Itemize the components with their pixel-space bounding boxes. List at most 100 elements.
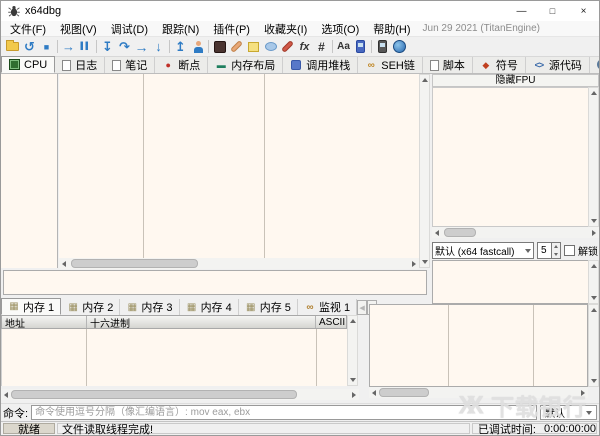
step-into-icon[interactable]: ↧ <box>99 38 116 55</box>
menu-view[interactable]: 视图(V) <box>53 21 104 37</box>
assemble-icon[interactable]: fx <box>296 38 313 55</box>
scroll-right-button[interactable] <box>578 387 588 398</box>
hash-icon[interactable]: # <box>313 38 330 55</box>
execute-till-return-icon[interactable]: ↥ <box>172 38 189 55</box>
spin-down-button[interactable] <box>552 251 560 259</box>
calling-convention-select[interactable]: 默认 (x64 fastcall) <box>432 242 534 259</box>
tab-dump-1[interactable]: ▦ 内存 1 <box>1 298 61 315</box>
tab-seh-chain[interactable]: ∞ SEH链 <box>358 57 423 73</box>
menu-favourites[interactable]: 收藏夹(I) <box>257 21 314 37</box>
patches-icon[interactable] <box>211 38 228 55</box>
tab-call-stack[interactable]: 调用堆栈 <box>283 57 358 73</box>
scroll-up-button[interactable] <box>348 316 357 326</box>
tab-notes[interactable]: 笔记 <box>105 57 155 73</box>
scroll-down-button[interactable] <box>420 257 429 267</box>
registers-view[interactable] <box>432 87 599 227</box>
scrollbar-track[interactable] <box>589 98 598 216</box>
scroll-down-button[interactable] <box>589 216 598 226</box>
scroll-down-button[interactable] <box>348 375 357 385</box>
disassembly-vertical-scrollbar[interactable] <box>419 74 430 268</box>
scrollbar-track[interactable] <box>589 271 598 293</box>
scrollbar-track[interactable] <box>420 85 429 257</box>
settings-icon[interactable] <box>374 38 391 55</box>
run-execution-icon[interactable]: → <box>133 38 150 55</box>
scroll-thumb[interactable] <box>11 390 297 399</box>
disassembly-view[interactable] <box>59 74 419 258</box>
menu-trace[interactable]: 跟踪(N) <box>155 21 206 37</box>
run-icon[interactable]: → <box>60 38 77 55</box>
stack-view[interactable] <box>369 304 588 387</box>
open-folder-icon[interactable] <box>4 38 21 55</box>
tab-log[interactable]: 日志 <box>55 57 105 73</box>
tab-breakpoints[interactable]: ● 断点 <box>155 57 208 73</box>
pause-icon[interactable]: ▌▌ <box>77 38 94 55</box>
unlock-checkbox[interactable] <box>564 245 575 256</box>
menu-help[interactable]: 帮助(H) <box>366 21 417 37</box>
step-out-icon[interactable]: ↓ <box>150 38 167 55</box>
hide-fpu-button[interactable]: 隐藏FPU <box>432 74 599 87</box>
scrollbar-track[interactable] <box>589 315 598 376</box>
scroll-left-button[interactable] <box>369 387 379 398</box>
restart-icon[interactable]: ↺ <box>21 38 38 55</box>
tab-dump-5[interactable]: ▦ 内存 5 <box>239 299 298 315</box>
tab-memory-map[interactable]: ▬ 内存布局 <box>208 57 283 73</box>
tab-script[interactable]: 脚本 <box>423 57 473 73</box>
scroll-up-button[interactable] <box>589 88 598 98</box>
command-input[interactable] <box>31 405 537 420</box>
scroll-right-button[interactable] <box>349 389 359 400</box>
scroll-up-button[interactable] <box>589 305 598 315</box>
scroll-left-button[interactable] <box>59 258 69 269</box>
run-to-user-code-icon[interactable] <box>189 38 206 55</box>
highlight-icon[interactable] <box>279 38 296 55</box>
stop-icon[interactable]: ■ <box>38 38 55 55</box>
scrollbar-track[interactable] <box>348 326 357 375</box>
tab-dump-4[interactable]: ▦ 内存 4 <box>180 299 239 315</box>
menu-options[interactable]: 选项(O) <box>314 21 366 37</box>
dump-vertical-scrollbar[interactable] <box>347 315 358 386</box>
label-icon[interactable] <box>245 38 262 55</box>
stack-vertical-scrollbar[interactable] <box>588 304 599 387</box>
dump-view[interactable] <box>1 329 347 386</box>
tab-scroll-left-button[interactable]: ◀ <box>357 300 367 315</box>
scroll-up-button[interactable] <box>589 261 598 271</box>
tab-symbols[interactable]: ◆ 符号 <box>473 57 526 73</box>
menu-debug[interactable]: 调试(D) <box>104 21 155 37</box>
scroll-thumb[interactable] <box>379 388 429 397</box>
about-icon[interactable] <box>391 38 408 55</box>
menu-plugins[interactable]: 插件(P) <box>206 21 257 37</box>
tab-references[interactable]: 引用 <box>590 57 600 73</box>
tab-dump-2[interactable]: ▦ 内存 2 <box>61 299 120 315</box>
scroll-thumb[interactable] <box>71 259 198 268</box>
scrollbar-track[interactable] <box>69 258 409 269</box>
scrollbar-track[interactable] <box>442 227 589 238</box>
scroll-right-button[interactable] <box>409 258 419 269</box>
tab-source-code[interactable]: <> 源代码 <box>526 57 590 73</box>
command-profile-select[interactable]: 默认 <box>540 405 597 420</box>
scroll-left-button[interactable] <box>1 389 11 400</box>
close-button[interactable]: × <box>568 1 599 21</box>
stack-horizontal-scrollbar[interactable] <box>369 387 588 398</box>
tab-dump-3[interactable]: ▦ 内存 3 <box>120 299 179 315</box>
registers-vertical-scrollbar[interactable] <box>588 87 599 227</box>
scroll-thumb[interactable] <box>444 228 476 237</box>
menu-file[interactable]: 文件(F) <box>3 21 53 37</box>
disassembly-horizontal-scrollbar[interactable] <box>59 258 419 269</box>
minimize-button[interactable]: — <box>506 1 537 21</box>
scroll-down-button[interactable] <box>589 376 598 386</box>
scrollbar-track[interactable] <box>379 387 578 398</box>
tab-watch-1[interactable]: ∞ 监视 1 <box>298 299 357 315</box>
bookmark-icon[interactable] <box>262 38 279 55</box>
maximize-button[interactable]: □ <box>537 1 568 21</box>
calculator-icon[interactable] <box>352 38 369 55</box>
comment-icon[interactable] <box>228 38 245 55</box>
scroll-up-button[interactable] <box>420 75 429 85</box>
scroll-left-button[interactable] <box>432 227 442 238</box>
tab-cpu[interactable]: CPU <box>1 56 55 73</box>
argument-count-spinner[interactable]: 5 <box>537 242 561 259</box>
dump-horizontal-scrollbar[interactable] <box>1 389 359 400</box>
spin-up-button[interactable] <box>552 243 560 251</box>
scroll-right-button[interactable] <box>589 227 599 238</box>
step-over-icon[interactable]: ↷ <box>116 38 133 55</box>
registers-horizontal-scrollbar[interactable] <box>432 227 599 238</box>
font-icon[interactable]: Aa <box>335 38 352 55</box>
